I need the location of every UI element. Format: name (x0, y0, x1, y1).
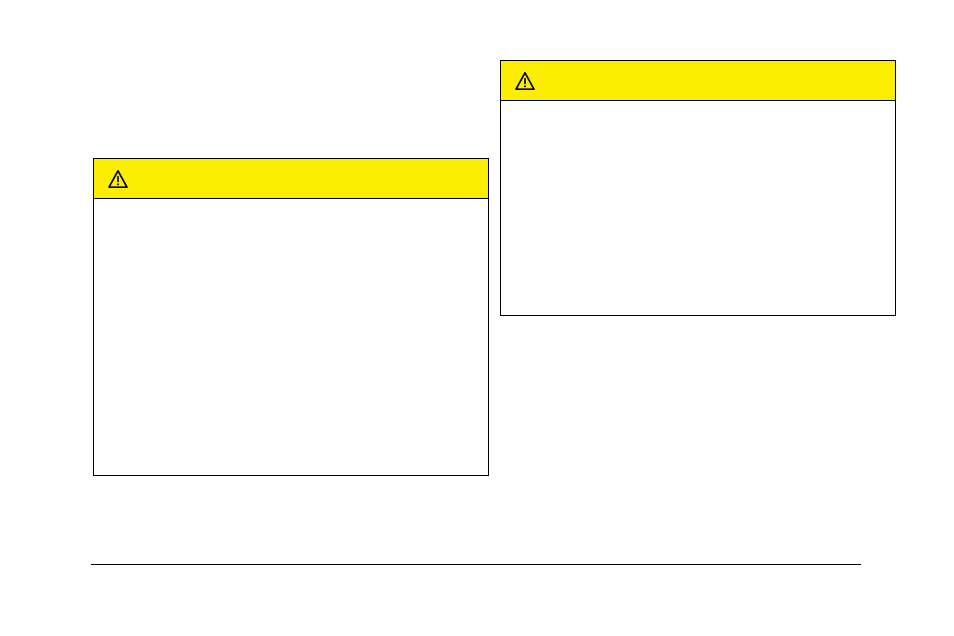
horizontal-rule (91, 564, 861, 565)
warning-header (501, 61, 895, 101)
warning-box-right (500, 60, 896, 316)
warning-triangle-icon (108, 170, 128, 188)
warning-triangle-icon (515, 72, 535, 90)
warning-header (94, 159, 488, 199)
warning-box-left (93, 158, 489, 476)
